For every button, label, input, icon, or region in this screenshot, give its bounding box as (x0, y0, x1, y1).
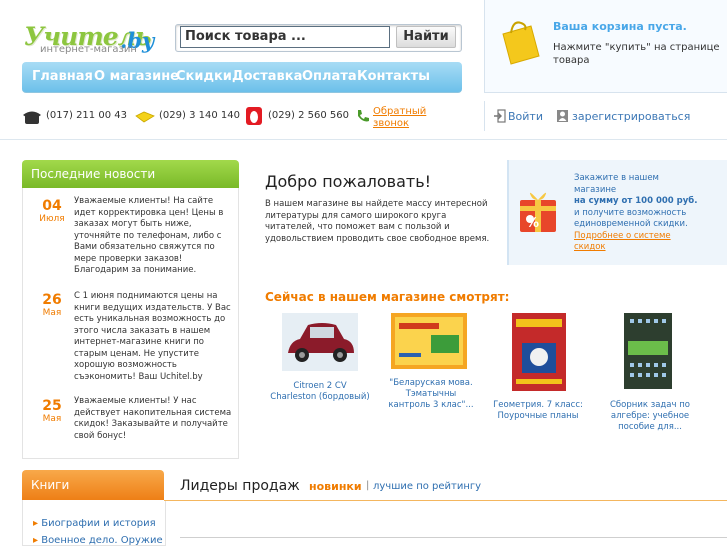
promo-line1: Закажите в нашем магазине (574, 173, 659, 195)
promo-more-link[interactable]: Подробнее о системе скидок (574, 231, 699, 254)
welcome-text: В нашем магазине вы найдете массу интере… (265, 199, 490, 244)
header-divider (0, 139, 727, 140)
nav-contacts[interactable]: Контакты (357, 69, 430, 84)
svg-text:%: % (526, 216, 539, 231)
tab-new[interactable]: новинки (309, 480, 362, 493)
news-text: Уважаемые клиенты! На сайте идет коррект… (74, 196, 224, 275)
login-link[interactable]: Войти (508, 110, 543, 123)
promo-text: Закажите в нашем магазине на сумму от 10… (574, 173, 699, 254)
shopping-bag-icon (502, 21, 540, 65)
gift-percent-icon: % (520, 192, 556, 232)
news-text: Уважаемые клиенты! У нас действует накоп… (74, 396, 232, 441)
news-day: 25 (42, 398, 62, 414)
product-caption[interactable]: Citroen 2 CV Charleston (бордовый) (270, 381, 370, 403)
velcom-icon (135, 111, 155, 123)
books-heading: Книги (22, 470, 164, 500)
promo-amount: на сумму от 100 000 руб. (574, 196, 698, 206)
product-image[interactable] (512, 313, 566, 391)
news-day: 04 (42, 198, 62, 214)
category-label[interactable]: Биографии и история (41, 518, 155, 529)
news-month: Мая (42, 414, 62, 424)
product-caption[interactable]: Геометрия. 7 класс: Поурочные планы (492, 400, 584, 422)
leaders-divider (164, 500, 727, 501)
product-caption[interactable]: Сборник задач по алгебре: учебное пособи… (605, 400, 695, 433)
category-item[interactable]: ▸ Биографии и история (33, 518, 156, 529)
product-image[interactable] (282, 313, 358, 371)
news-heading: Последние новости (22, 160, 239, 188)
register-icon (557, 110, 568, 122)
logo-subtitle: интернет-магазин (40, 44, 137, 55)
nav-delivery[interactable]: Доставка (232, 69, 302, 84)
news-text: С 1 июня поднимаются цены на книги ведущ… (74, 291, 231, 382)
nav-about[interactable]: О магазине (94, 69, 179, 84)
mts-icon (246, 107, 262, 125)
divider (484, 101, 485, 131)
leaders-list (180, 537, 727, 548)
phone-mts: (029) 2 560 560 (268, 110, 349, 121)
category-label[interactable]: Военное дело. Оружие (41, 535, 162, 546)
phone-velcom: (029) 3 140 140 (159, 110, 240, 121)
product-image[interactable] (391, 313, 467, 369)
bullet-icon: ▸ (33, 535, 42, 546)
search-input[interactable]: Поиск товара ... (180, 26, 390, 48)
nav-payment[interactable]: Оплата (302, 69, 357, 84)
main-nav: Главная О магазине Скидки Доставка Оплат… (22, 62, 462, 93)
register-link[interactable]: зарегистрироваться (572, 110, 690, 123)
nav-home[interactable]: Главная (32, 69, 93, 84)
promo-line3: и получите возможность единовременной ск… (574, 207, 688, 230)
tab-separator: | (366, 480, 370, 491)
welcome-title: Добро пожаловать! (265, 172, 432, 191)
nav-discounts[interactable]: Скидки (176, 69, 232, 84)
phone-icon (23, 111, 41, 124)
callback-link[interactable]: Обратный звонок (373, 106, 463, 130)
cart-hint: Нажмите "купить" на странице товара (553, 42, 720, 66)
phone-city: (017) 211 00 43 (46, 110, 127, 121)
callback-phone-icon (358, 110, 369, 122)
cart-status: Ваша корзина пуста. (553, 20, 687, 33)
leaders-title: Лидеры продаж (180, 478, 300, 494)
news-month: Мая (42, 308, 62, 318)
news-day: 26 (42, 292, 62, 308)
news-month: Июля (39, 214, 65, 224)
tab-top-rated[interactable]: лучшие по рейтингу (373, 481, 481, 492)
search-button[interactable]: Найти (396, 26, 456, 48)
bullet-icon: ▸ (33, 518, 42, 529)
product-caption[interactable]: "Беларуская мова. Тэматычны кантроль 3 к… (385, 378, 477, 411)
login-icon (494, 109, 506, 123)
watching-title: Сейчас в нашем магазине смотрят: (265, 290, 510, 304)
category-item[interactable]: ▸ Военное дело. Оружие (33, 535, 163, 546)
product-image[interactable] (624, 313, 672, 389)
